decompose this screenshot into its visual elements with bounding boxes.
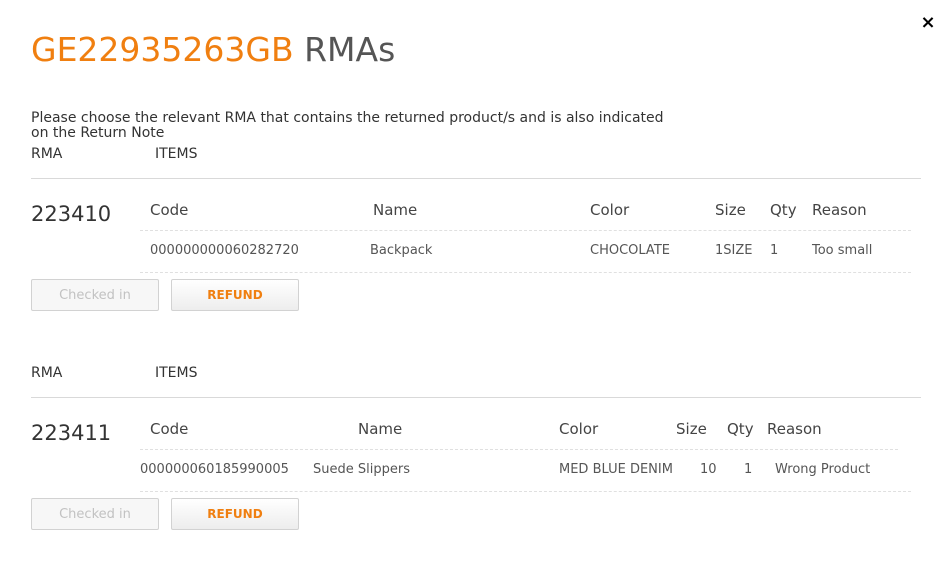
rma-column-label: RMA	[31, 365, 63, 381]
qty-header: Qty	[727, 420, 754, 438]
table-row: 000000060185990005 Suede Slippers MED BL…	[140, 449, 911, 492]
item-size: 1SIZE	[715, 243, 753, 258]
item-name: Suede Slippers	[313, 462, 410, 477]
page-title: GE22935263GB RMAs	[31, 28, 395, 72]
reason-header: Reason	[812, 201, 867, 219]
items-table: Code Name Color Size Qty Reason 00000000…	[0, 178, 950, 276]
item-size: 10	[700, 462, 717, 477]
refund-button[interactable]: REFUND	[171, 279, 299, 311]
items-header-row: Code Name Color Size Qty Reason	[140, 409, 898, 450]
item-code: 000000000060282720	[150, 243, 299, 258]
rma-section-223411: RMA ITEMS 223411 Code Name Color Size Qt…	[0, 364, 950, 564]
reason-header: Reason	[767, 420, 822, 438]
item-code: 000000060185990005	[140, 462, 289, 477]
color-header: Color	[590, 201, 630, 219]
code-header: Code	[150, 420, 189, 438]
color-header: Color	[559, 420, 599, 438]
rma-column-label: RMA	[31, 146, 63, 162]
refund-button[interactable]: REFUND	[171, 498, 299, 530]
items-table: Code Name Color Size Qty Reason 00000006…	[0, 397, 950, 495]
items-column-label: ITEMS	[155, 365, 198, 381]
size-header: Size	[715, 201, 746, 219]
rma-section-223410: RMA ITEMS 223410 Code Name Color Size Qt…	[0, 145, 950, 345]
items-column-label: ITEMS	[155, 146, 198, 162]
item-color: MED BLUE DENIM	[559, 462, 673, 477]
name-header: Name	[373, 201, 418, 219]
code-header: Code	[150, 201, 189, 219]
section-header: RMA ITEMS	[31, 145, 921, 179]
title-suffix: RMAs	[304, 30, 396, 69]
title-order-number: GE22935263GB	[31, 30, 294, 69]
item-name: Backpack	[370, 243, 433, 258]
items-header-row: Code Name Color Size Qty Reason	[140, 190, 911, 231]
qty-header: Qty	[770, 201, 797, 219]
size-header: Size	[676, 420, 707, 438]
item-color: CHOCOLATE	[590, 243, 670, 258]
instructions-text: Please choose the relevant RMA that cont…	[31, 110, 664, 141]
section-header: RMA ITEMS	[31, 364, 921, 398]
table-row: 000000000060282720 Backpack CHOCOLATE 1S…	[140, 230, 911, 273]
rma-modal: × GE22935263GB RMAs Please choose the re…	[0, 0, 950, 541]
name-header: Name	[358, 420, 403, 438]
item-qty: 1	[744, 462, 753, 477]
item-reason: Wrong Product	[775, 462, 871, 477]
item-reason: Too small	[812, 243, 873, 258]
checked-in-button[interactable]: Checked in	[31, 279, 159, 311]
checked-in-button[interactable]: Checked in	[31, 498, 159, 530]
item-qty: 1	[770, 243, 779, 258]
close-icon[interactable]: ×	[917, 12, 939, 34]
